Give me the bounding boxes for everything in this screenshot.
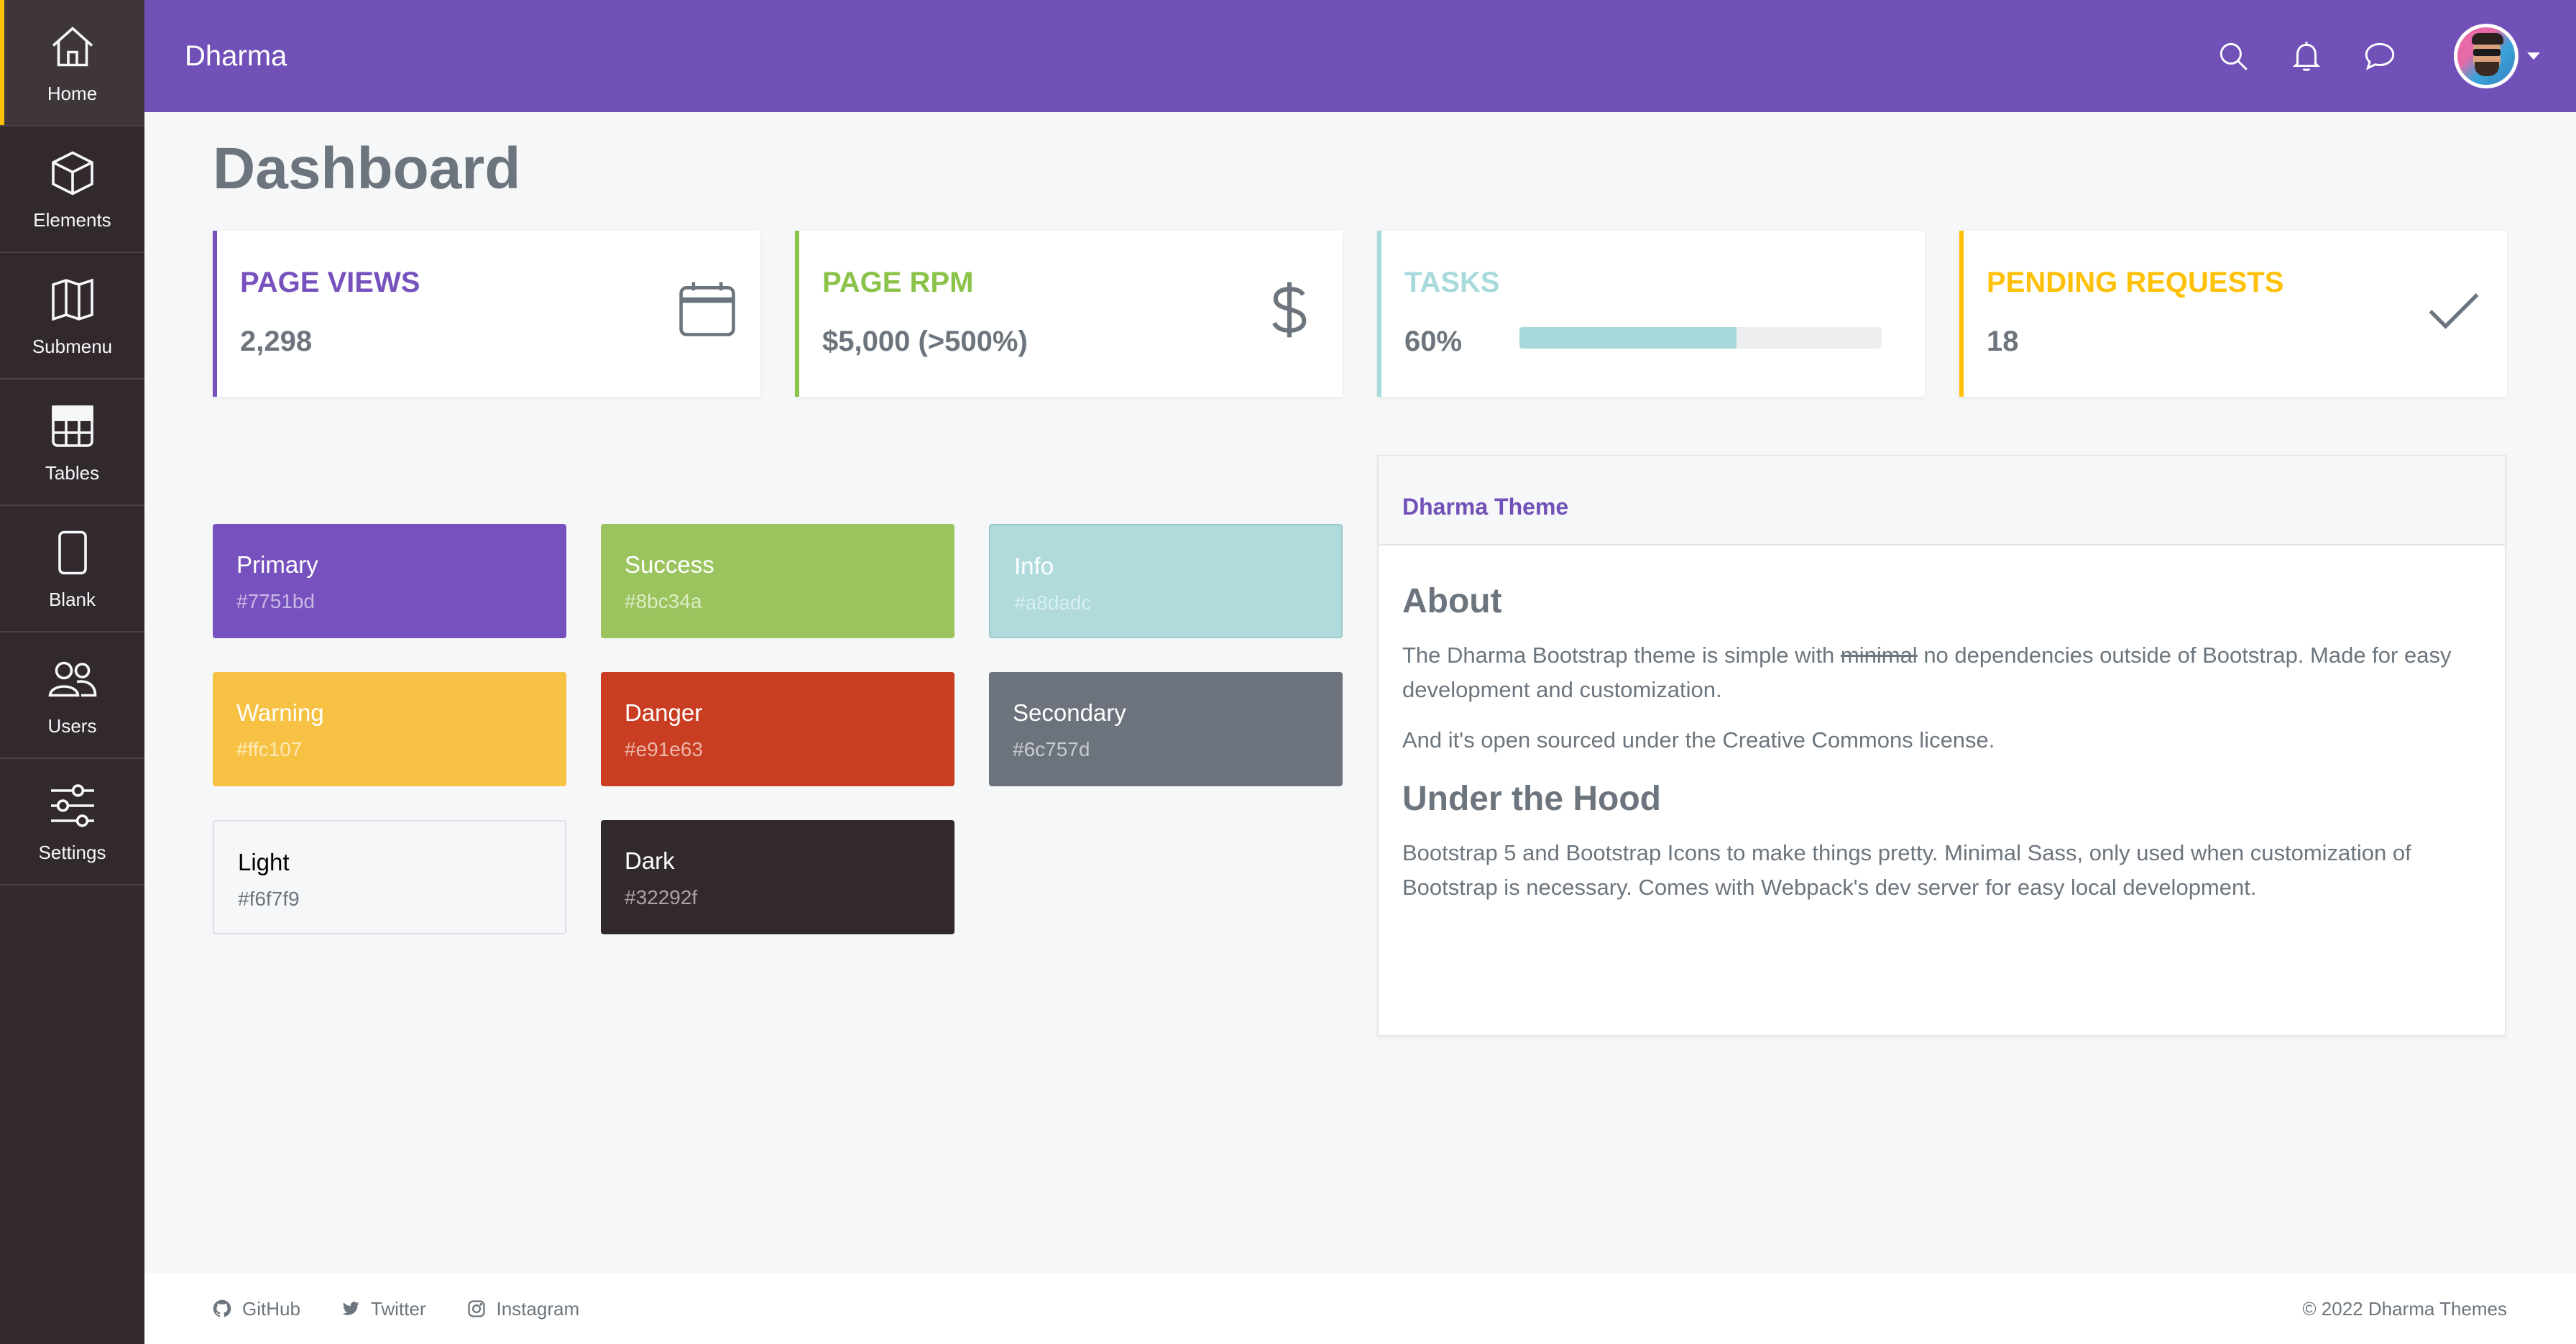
footer-link-label: Twitter <box>370 1297 426 1320</box>
copyright: © 2022 Dharma Themes <box>2302 1297 2507 1320</box>
theme-card-body: About The Dharma Bootstrap theme is simp… <box>1379 546 2505 905</box>
sidebar-item-label: Elements <box>33 208 111 231</box>
bell-icon[interactable] <box>2288 38 2324 74</box>
theme-card-header: Dharma Theme <box>1379 456 2505 546</box>
footer-link-label: Instagram <box>496 1297 580 1320</box>
top-icons <box>2215 0 2540 112</box>
swatch-name: Success <box>625 551 714 578</box>
sidebar: Home Elements Submenu Tables Blank Users… <box>0 0 144 1344</box>
swatch-hex: #32292f <box>625 886 698 908</box>
map-icon <box>51 278 93 321</box>
tasks-progress-fill <box>1519 327 1737 349</box>
footer-link-instagram[interactable]: Instagram <box>466 1297 580 1320</box>
swatch-hex: #7751bd <box>236 590 316 612</box>
swatch-name: Light <box>238 849 290 875</box>
swatch-primary: Primary #7751bd <box>213 524 566 638</box>
tasks-progress-bar <box>1519 327 1882 349</box>
sidebar-item-label: Settings <box>38 841 106 863</box>
sidebar-item-submenu[interactable]: Submenu <box>0 253 144 379</box>
under-the-hood-paragraph: Bootstrap 5 and Bootstrap Icons to make … <box>1402 840 2411 900</box>
chevron-down-icon[interactable] <box>2527 52 2540 60</box>
stat-title: PAGE RPM <box>822 267 974 298</box>
stat-card-pending-requests: PENDING REQUESTS 18 <box>1959 231 2507 397</box>
brand-title[interactable]: Dharma <box>185 40 287 73</box>
stat-title: PENDING REQUESTS <box>1987 267 2284 298</box>
sidebar-item-elements[interactable]: Elements <box>0 126 144 253</box>
chat-icon[interactable] <box>2362 38 2398 74</box>
dollar-icon <box>1272 282 1307 338</box>
sliders-icon <box>50 783 94 827</box>
about-heading: About <box>1402 582 1502 620</box>
stat-card-page-rpm: PAGE RPM $5,000 (>500%) <box>795 231 1343 397</box>
swatch-hex: #6c757d <box>1013 738 1090 760</box>
table-icon <box>51 405 93 447</box>
swatch-hex: #8bc34a <box>625 590 702 612</box>
stat-value: $5,000 (>500%) <box>822 326 1028 357</box>
swatch-hex: #a8dadc <box>1014 592 1092 614</box>
instagram-icon <box>467 1300 485 1317</box>
top-navbar: Dharma <box>144 0 2576 112</box>
stat-title: PAGE VIEWS <box>240 267 420 298</box>
sidebar-item-label: Tables <box>45 461 100 484</box>
swatch-name: Info <box>1014 553 1054 579</box>
cube-icon <box>51 150 93 195</box>
about-paragraph: The Dharma Bootstrap theme is simple wit… <box>1402 643 2452 702</box>
home-icon <box>52 26 93 66</box>
stat-value: 60% <box>1404 326 1463 357</box>
avatar[interactable] <box>2454 24 2518 88</box>
sidebar-item-label: Blank <box>48 588 96 610</box>
page-title: Dashboard <box>213 136 521 201</box>
swatch-info: Info #a8dadc <box>989 524 1343 638</box>
swatch-name: Danger <box>625 699 703 726</box>
swatch-dark: Dark #32292f <box>601 820 954 934</box>
user-menu[interactable] <box>2454 24 2540 88</box>
sidebar-item-blank[interactable]: Blank <box>0 506 144 632</box>
twitter-icon <box>342 1302 359 1315</box>
swatch-hex: #f6f7f9 <box>238 888 300 910</box>
swatch-hex: #ffc107 <box>236 738 303 760</box>
search-icon[interactable] <box>2215 38 2251 74</box>
swatch-name: Primary <box>236 551 318 578</box>
users-icon <box>48 661 96 696</box>
swatch-name: Dark <box>625 847 675 874</box>
stat-title: TASKS <box>1404 267 1500 298</box>
swatch-secondary: Secondary #6c757d <box>989 672 1343 786</box>
sidebar-item-users[interactable]: Users <box>0 632 144 759</box>
sidebar-item-label: Home <box>47 82 98 104</box>
github-icon <box>213 1299 231 1317</box>
swatch-danger: Danger #e91e63 <box>601 672 954 786</box>
stat-card-page-views: PAGE VIEWS 2,298 <box>213 231 760 397</box>
swatch-light: Light #f6f7f9 <box>213 820 566 934</box>
stat-value: 2,298 <box>240 326 313 357</box>
footer-link-label: GitHub <box>242 1297 300 1320</box>
phone-icon <box>58 530 87 574</box>
swatch-success: Success #8bc34a <box>601 524 954 638</box>
swatch-name: Secondary <box>1013 699 1126 726</box>
sidebar-item-settings[interactable]: Settings <box>0 759 144 885</box>
license-paragraph: And it's open sourced under the Creative… <box>1402 727 1995 752</box>
check-icon <box>2429 293 2479 329</box>
swatch-name: Warning <box>236 699 324 726</box>
footer-link-twitter[interactable]: Twitter <box>341 1298 426 1320</box>
under-the-hood-heading: Under the Hood <box>1402 780 1661 818</box>
stat-card-tasks: TASKS 60% <box>1377 231 1925 397</box>
sidebar-item-label: Users <box>47 714 97 737</box>
theme-card: Dharma Theme About The Dharma Bootstrap … <box>1377 455 2506 1036</box>
swatch-warning: Warning #ffc107 <box>213 672 566 786</box>
sidebar-item-label: Submenu <box>32 335 113 357</box>
sidebar-item-tables[interactable]: Tables <box>0 379 144 506</box>
footer-link-github[interactable]: GitHub <box>212 1298 300 1320</box>
stat-value: 18 <box>1987 326 2019 357</box>
sidebar-item-home[interactable]: Home <box>0 0 144 126</box>
footer: GitHub Twitter Instagram © 2022 Dharma T… <box>144 1274 2576 1344</box>
swatch-hex: #e91e63 <box>625 738 704 760</box>
calendar-icon <box>679 282 735 336</box>
